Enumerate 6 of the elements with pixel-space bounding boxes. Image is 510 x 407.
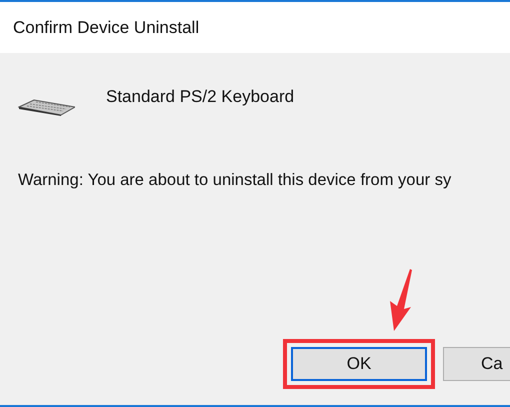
cancel-button[interactable]: Ca bbox=[443, 347, 510, 381]
ok-button[interactable]: OK bbox=[291, 347, 427, 381]
device-name: Standard PS/2 Keyboard bbox=[106, 86, 294, 108]
keyboard-icon bbox=[18, 99, 75, 116]
warning-message: Warning: You are about to uninstall this device from your sy bbox=[18, 170, 452, 191]
window-title: Confirm Device Uninstall bbox=[13, 16, 200, 39]
